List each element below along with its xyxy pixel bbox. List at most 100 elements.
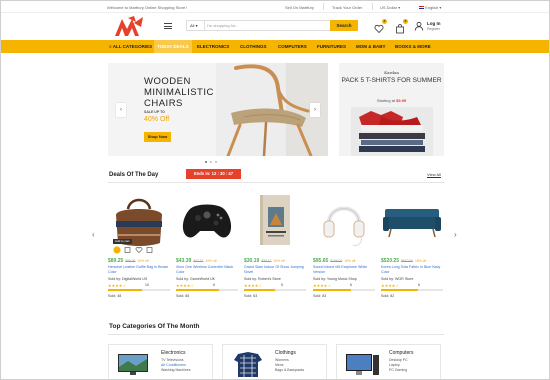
product-image[interactable] [381,191,443,251]
search-category-select[interactable]: All ▾ [187,21,205,30]
language-select[interactable]: English ▾ [419,5,441,10]
category-title[interactable]: Electronics [161,350,185,356]
product-image[interactable] [244,191,306,251]
bag-icon [396,24,404,34]
nav-electronics[interactable]: ELECTRONICS [197,40,229,53]
next-products-button[interactable]: › [454,230,457,239]
product-price: $30.19 $33.17 10% off [244,258,285,264]
view-all-link[interactable]: View All [427,172,441,177]
sold-progress-fill [381,289,419,291]
sold-count: Sold: 82 [381,294,395,298]
nav-computers[interactable]: COMPUTERS [278,40,307,53]
prev-products-button[interactable]: ‹ [92,230,95,239]
language-label: English [425,5,439,10]
category-link[interactable]: Washing Machines [161,368,190,372]
category-title[interactable]: Computers [389,350,413,356]
product-seller: Sold by: Young Music Shop [313,277,357,281]
user-icon[interactable] [414,21,424,31]
cart-button[interactable]: 0 [395,19,408,34]
product-card[interactable]: $520.25 $610.00 15% off Korea Long Sofa Fab… [381,191,443,313]
product-card[interactable]: $95.65 $106.00 10% off Sound Intone I65 Ear… [313,191,375,313]
current-price: $89.25 [108,258,124,264]
nav-furnitures[interactable]: FURNITURES [317,40,346,53]
nav-mom-baby[interactable]: MOM & BABY [356,40,386,53]
product-name[interactable]: Grand Slam Indoor Of Show Jumping Novel [244,265,306,274]
discount: 10% off [205,259,217,263]
sold-count: Sold: 48 [108,294,122,298]
divider [323,3,324,10]
category-card[interactable]: Electronics TV Televisions Air Conditioner… [108,344,213,379]
category-link[interactable]: Womens [275,358,289,362]
divider [108,334,444,335]
wishlist-button[interactable]: 0 [374,19,387,34]
product-name[interactable]: Sound Intone I65 Earphone White Version [313,265,375,274]
deals-timer: Ends in: 12 : 30 : 47 [186,169,241,179]
category-link[interactable]: TV Televisions [161,358,184,362]
sold-progress-fill [313,289,352,291]
product-card[interactable]: $43.39 $47.12 10% off Xbox One Wireless Con… [176,191,238,313]
divider [372,3,373,10]
category-link[interactable]: Bags & Backpacks [275,368,304,372]
search-input[interactable] [207,22,307,29]
sold-count: Sold: 83 [313,294,327,298]
current-price: $30.19 [244,258,260,264]
category-card[interactable]: Computers Desktop PC Laptop PC Gaming [336,344,441,379]
promo-starting-price: Starting at $9.99 [339,98,444,103]
category-link[interactable]: Laptop [389,363,400,367]
logo[interactable] [114,15,144,37]
shop-now-button[interactable]: Shop Now [144,132,171,142]
hero-sale-value: 40% Off [144,116,170,123]
category-title[interactable]: Clothings [275,350,296,356]
old-price: $610.00 [401,259,413,263]
slider-dots[interactable] [205,150,220,168]
chevron-right-icon: › [314,107,316,113]
category-link[interactable]: PC Gaming [389,368,407,372]
flag-icon [419,6,424,10]
cart-icon[interactable] [113,246,121,254]
product-image[interactable] [313,191,375,251]
product-card[interactable]: $30.19 $33.17 10% off Grand Slam Indoor Of … [244,191,306,313]
add-to-cart-tooltip: Add to cart [113,239,132,244]
compare-icon[interactable] [146,247,153,253]
category-link[interactable]: Desktop PC [389,358,408,362]
product-price: $520.25 $610.00 15% off [381,258,426,264]
promo-banner[interactable]: Kardan PACK 5 T-SHIRTS FOR SUMMER Starti… [339,63,444,156]
category-link[interactable]: Mens [275,363,284,367]
nav-all-categories[interactable]: ≡ ALL CATEGORIES [109,40,152,53]
discount: 10% off [137,259,149,263]
wishlist-count: 0 [382,19,387,24]
sold-progress [313,289,375,291]
sold-progress [244,289,306,291]
tshirts-image [351,107,433,156]
sold-count: Sold: 63 [244,294,258,298]
nav-clothings[interactable]: CLOTHINGS [240,40,267,53]
chevron-down-icon: ▾ [439,5,442,10]
next-slide-button[interactable]: › [310,103,320,117]
product-name[interactable]: Korea Long Sofa Fabric In Blue Navy Colo… [381,265,443,274]
search-button[interactable]: Search [330,20,358,31]
promo-starting-label: Starting at [376,98,396,103]
sell-link[interactable]: Sell On Martfury [285,5,314,10]
sold-progress [108,289,170,291]
nav-today-deals[interactable]: TODAY DEALS [154,40,192,53]
product-name[interactable]: Xbox One Wireless Controller Black Color [176,265,238,274]
product-name[interactable]: Herschel Leather Duffle Bag In Brown Col… [108,265,170,274]
quick-view-icon[interactable] [124,247,131,253]
category-link[interactable]: Air Conditioners [161,363,186,367]
track-order-link[interactable]: Track Your Order [332,5,362,10]
register-link[interactable]: Register [427,27,440,31]
category-image [114,350,154,378]
review-count: 6 [213,283,215,287]
heart-icon[interactable] [135,247,143,253]
currency-select[interactable]: US Dollar ▾ [380,5,400,10]
nav-books-more[interactable]: BOOKS & MORE [395,40,431,53]
product-image[interactable] [176,191,238,251]
hero-banner[interactable]: WOODEN MINIMALISTIC CHAIRS SALE UP TO 40… [108,63,328,156]
chevron-right-icon: › [454,230,457,239]
login-link[interactable]: Log In [427,21,441,26]
product-card[interactable]: $89.25 $99.00 10% off Herschel Leather Duff… [108,191,170,313]
prev-slide-button[interactable]: ‹ [116,103,126,117]
menu-icon[interactable] [164,23,172,29]
sold-progress-fill [108,289,143,291]
category-card[interactable]: Clothings Womens Mens Bags & Backpacks [222,344,327,379]
